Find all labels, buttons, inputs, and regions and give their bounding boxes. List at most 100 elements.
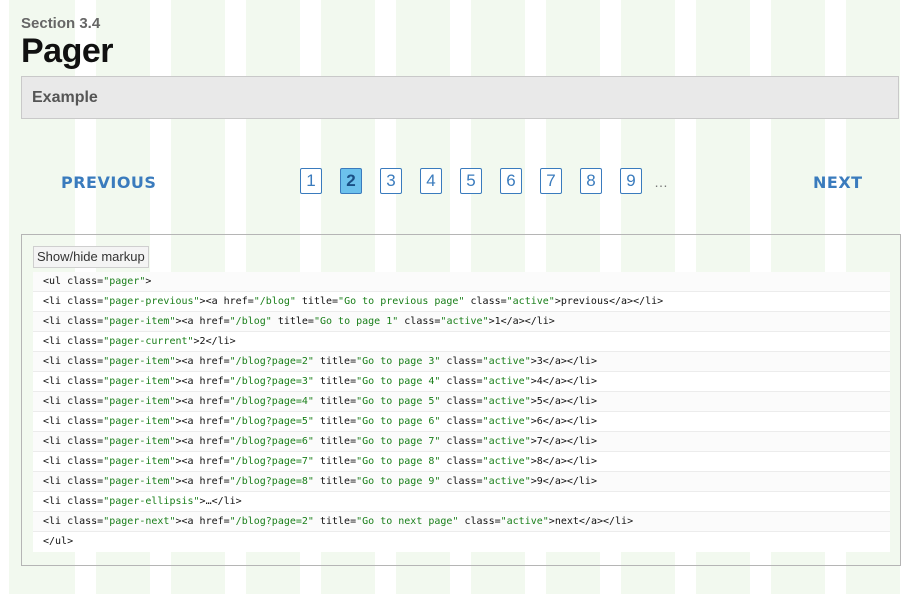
code-line: <li class="pager-item"><a href="/blog?pa… <box>33 372 890 392</box>
code-string-token: "Go to previous page" <box>338 296 465 307</box>
code-tag-token: >1</a></li> <box>488 316 555 327</box>
code-string-token: "/blog?page=5" <box>229 416 314 427</box>
pager-page-7[interactable]: 7 <box>540 168 562 194</box>
code-tag-token: class= <box>440 436 483 447</box>
code-tag-token: ><a href= <box>175 516 230 527</box>
code-string-token: "Go to page 5" <box>356 396 441 407</box>
pager-ellipsis: … <box>654 174 668 190</box>
code-string-token: "Go to next page" <box>356 516 459 527</box>
code-string-token: "/blog" <box>253 296 296 307</box>
code-string-token: "active" <box>482 436 531 447</box>
code-tag-token: title= <box>313 456 357 467</box>
code-tag-token: ><a href= <box>175 376 230 387</box>
code-string-token: "Go to page 7" <box>356 436 441 447</box>
code-tag-token: class= <box>440 476 483 487</box>
show-hide-markup-button[interactable]: Show/hide markup <box>33 246 149 268</box>
code-tag-token: </ul> <box>43 536 74 547</box>
markup-panel: Show/hide markup <ul class="pager"> <li c… <box>21 234 901 566</box>
code-tag-token: <li class= <box>43 516 104 527</box>
code-tag-token: title= <box>295 296 339 307</box>
code-line: <li class="pager-next"><a href="/blog?pa… <box>33 512 890 532</box>
code-line: <li class="pager-item"><a href="/blog?pa… <box>33 392 890 412</box>
code-string-token: "active" <box>482 456 531 467</box>
pager: PREVIOUS 1 2 3 4 5 6 7 8 9 … NEXT <box>21 160 899 204</box>
code-line: <li class="pager-ellipsis">…</li> <box>33 492 890 512</box>
pager-page-3[interactable]: 3 <box>380 168 402 194</box>
code-string-token: "active" <box>440 316 489 327</box>
code-tag-token: ><a href= <box>175 396 230 407</box>
code-tag-token: >7</a></li> <box>530 436 597 447</box>
code-tag-token: class= <box>440 456 483 467</box>
code-block: <ul class="pager"> <li class="pager-previ… <box>33 272 890 552</box>
code-tag-token: <li class= <box>43 436 104 447</box>
code-tag-token: ><a href= <box>175 476 230 487</box>
code-string-token: "active" <box>482 476 531 487</box>
code-tag-token: ><a href= <box>175 356 230 367</box>
code-line: <li class="pager-current">2</li> <box>33 332 890 352</box>
code-string-token: "/blog?page=2" <box>229 516 314 527</box>
pager-previous-link[interactable]: PREVIOUS <box>61 173 156 192</box>
example-label: Example <box>32 89 98 106</box>
code-tag-token: class= <box>398 316 441 327</box>
pager-page-9[interactable]: 9 <box>620 168 642 194</box>
code-tag-token: ><a href= <box>175 416 230 427</box>
code-tag-token: <li class= <box>43 396 104 407</box>
code-string-token: "pager" <box>103 276 146 287</box>
example-header: Example <box>21 76 899 119</box>
code-string-token: "active" <box>482 356 531 367</box>
code-string-token: "pager-item" <box>103 416 176 427</box>
code-tag-token: title= <box>313 436 357 447</box>
code-tag-token: <li class= <box>43 296 104 307</box>
code-tag-token: <li class= <box>43 416 104 427</box>
code-tag-token: >next</a></li> <box>548 516 634 527</box>
code-tag-token: >6</a></li> <box>530 416 597 427</box>
code-string-token: "active" <box>482 376 531 387</box>
code-string-token: "pager-ellipsis" <box>103 496 200 507</box>
code-tag-token: title= <box>313 376 357 387</box>
page-title: Pager <box>21 32 114 70</box>
code-string-token: "/blog?page=8" <box>229 476 314 487</box>
code-string-token: "pager-current" <box>103 336 194 347</box>
code-string-token: "active" <box>482 416 531 427</box>
code-string-token: "/blog?page=3" <box>229 376 314 387</box>
code-tag-token: class= <box>440 396 483 407</box>
code-string-token: "Go to page 6" <box>356 416 441 427</box>
code-tag-token: <li class= <box>43 476 104 487</box>
code-tag-token: class= <box>440 356 483 367</box>
code-tag-token: ><a href= <box>175 456 230 467</box>
code-string-token: "pager-item" <box>103 376 176 387</box>
code-line: <li class="pager-previous"><a href="/blo… <box>33 292 890 312</box>
code-line: <li class="pager-item"><a href="/blog?pa… <box>33 412 890 432</box>
pager-page-6[interactable]: 6 <box>500 168 522 194</box>
pager-page-5[interactable]: 5 <box>460 168 482 194</box>
code-tag-token: ><a href= <box>175 316 230 327</box>
code-string-token: "pager-previous" <box>103 296 200 307</box>
pager-current-page: 2 <box>340 168 362 194</box>
code-tag-token: <li class= <box>43 376 104 387</box>
code-tag-token: >2</li> <box>193 336 236 347</box>
code-tag-token: >9</a></li> <box>530 476 597 487</box>
pager-next-link[interactable]: NEXT <box>813 173 863 192</box>
code-string-token: "pager-next" <box>103 516 176 527</box>
pager-page-4[interactable]: 4 <box>420 168 442 194</box>
code-tag-token: class= <box>440 416 483 427</box>
code-tag-token: title= <box>313 516 357 527</box>
code-string-token: "Go to page 3" <box>356 356 441 367</box>
code-string-token: "pager-item" <box>103 456 176 467</box>
code-string-token: "Go to page 8" <box>356 456 441 467</box>
code-string-token: "pager-item" <box>103 476 176 487</box>
pager-page-1[interactable]: 1 <box>300 168 322 194</box>
code-string-token: "Go to page 9" <box>356 476 441 487</box>
code-string-token: "/blog?page=6" <box>229 436 314 447</box>
code-string-token: "pager-item" <box>103 356 176 367</box>
code-string-token: "/blog?page=4" <box>229 396 314 407</box>
code-tag-token: <li class= <box>43 336 104 347</box>
section-label: Section 3.4 <box>21 15 101 32</box>
code-tag-token: >previous</a></li> <box>554 296 664 307</box>
code-tag-token: >5</a></li> <box>530 396 597 407</box>
code-tag-token: title= <box>313 416 357 427</box>
code-tag-token: title= <box>271 316 314 327</box>
pager-page-8[interactable]: 8 <box>580 168 602 194</box>
code-string-token: "pager-item" <box>103 396 176 407</box>
code-tag-token: title= <box>313 356 357 367</box>
